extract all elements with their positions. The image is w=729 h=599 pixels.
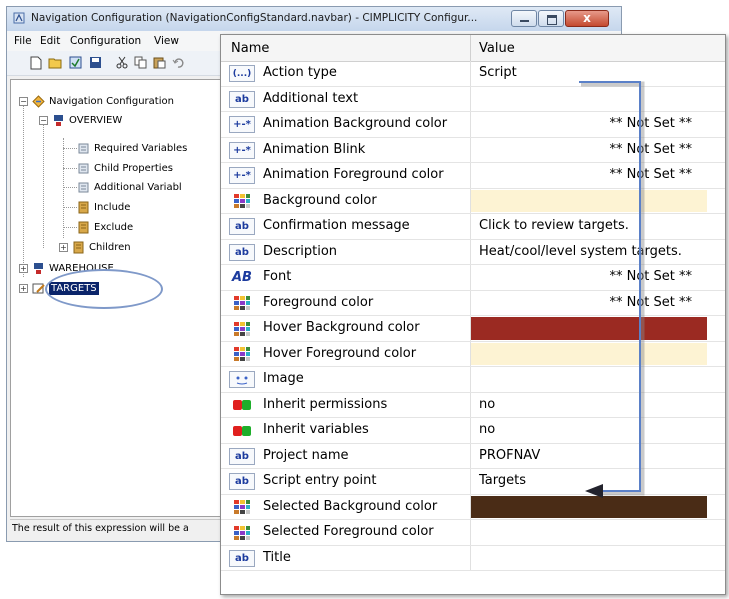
screen-node-icon: [54, 114, 63, 126]
cut-icon[interactable]: [113, 54, 130, 71]
save-icon[interactable]: [87, 54, 104, 71]
filter-icon: [73, 241, 84, 253]
status-text: The result of this expression will be a: [12, 523, 189, 534]
screen-node-icon: [34, 262, 43, 274]
tree-item-child-properties[interactable]: Child Properties: [77, 159, 173, 177]
paste-icon[interactable]: [151, 54, 168, 71]
tree-label-include: Include: [94, 201, 131, 213]
annotation-arrow: [579, 81, 645, 498]
properties-icon[interactable]: [67, 54, 84, 71]
tree-connector: [23, 102, 24, 277]
title-bar[interactable]: Navigation Configuration (NavigationConf…: [7, 7, 621, 32]
navigation-icon: [32, 94, 45, 108]
tree-connector: [63, 207, 77, 208]
property-grid[interactable]: Name Value (...) Action type Script ab Addit…: [220, 34, 726, 595]
tree-label-children: Children: [89, 241, 131, 253]
tree-label-overview: OVERVIEW: [69, 114, 123, 126]
tree-label-additional-variables: Additional Variabl: [94, 181, 182, 193]
highlight-circle: [45, 269, 163, 309]
tree-item-children[interactable]: + Children: [59, 238, 131, 256]
window-title: Navigation Configuration (NavigationConf…: [31, 12, 478, 24]
minimize-button[interactable]: [511, 10, 537, 27]
tree-item-exclude[interactable]: Exclude: [77, 218, 133, 236]
filter-icon: [78, 221, 89, 233]
tree-connector: [63, 138, 64, 238]
expand-icon[interactable]: +: [19, 283, 28, 293]
menu-file[interactable]: File: [14, 35, 32, 47]
tree-item-required-variables[interactable]: Required Variables: [77, 139, 187, 157]
copy-icon[interactable]: [132, 54, 149, 71]
tree-connector: [63, 187, 77, 188]
collapse-icon[interactable]: −: [39, 115, 48, 125]
tree-connector: [43, 120, 44, 248]
close-icon: x: [583, 11, 591, 25]
variables-icon: [78, 143, 89, 153]
app-icon: [13, 12, 25, 24]
menu-edit[interactable]: Edit: [40, 35, 60, 47]
tree-connector: [63, 168, 77, 169]
expand-icon[interactable]: +: [19, 263, 28, 273]
tree-item-include[interactable]: Include: [77, 198, 130, 216]
status-bar: The result of this expression will be a: [10, 519, 224, 538]
variables-icon: [78, 163, 89, 173]
maximize-button[interactable]: [538, 10, 564, 27]
menu-view[interactable]: View: [154, 35, 179, 47]
filter-icon: [78, 201, 89, 213]
undo-icon[interactable]: [170, 54, 187, 71]
tree-item-root[interactable]: − Navigation Configuration: [19, 92, 174, 110]
new-icon[interactable]: [27, 54, 44, 71]
tree-connector: [63, 227, 77, 228]
expand-icon[interactable]: +: [59, 242, 68, 252]
menu-configuration[interactable]: Configuration: [70, 35, 141, 47]
tree-connector: [63, 148, 77, 149]
tree-item-additional-variables[interactable]: Additional Variabl: [77, 178, 182, 196]
collapse-icon[interactable]: −: [19, 96, 28, 106]
tree-item-overview[interactable]: − OVERVIEW: [39, 111, 122, 129]
close-button[interactable]: x: [565, 10, 609, 27]
tree-label-root: Navigation Configuration: [49, 95, 174, 107]
variables-icon: [78, 182, 89, 192]
open-icon[interactable]: [47, 54, 64, 71]
tree-label-child-properties: Child Properties: [94, 162, 173, 174]
tree-label-required-variables: Required Variables: [94, 142, 188, 154]
tree-label-exclude: Exclude: [94, 221, 134, 233]
script-node-icon: [32, 283, 45, 293]
